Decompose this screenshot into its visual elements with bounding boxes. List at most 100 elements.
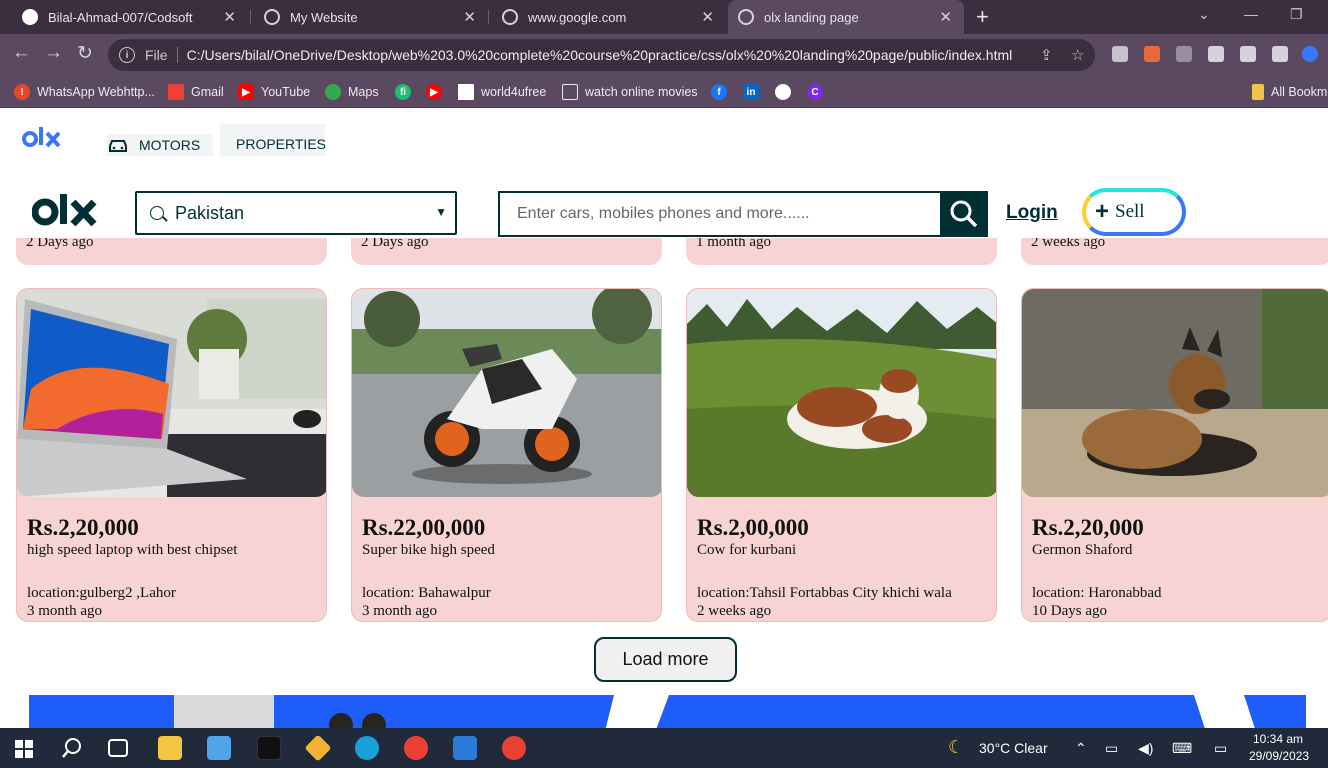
listing-card[interactable]: Rs.2,20,000 Germon Shaford location: Har…: [1021, 288, 1328, 622]
store-icon[interactable]: [207, 736, 231, 760]
listing-age: 2 weeks ago: [697, 603, 772, 619]
bookmark-maps[interactable]: Maps: [325, 83, 379, 101]
tab-search-icon[interactable]: ⌄: [1198, 6, 1210, 23]
volume-icon[interactable]: ◀): [1138, 740, 1153, 757]
weather-text[interactable]: 30°C Clear: [979, 740, 1048, 756]
task-view-icon[interactable]: [108, 739, 128, 757]
sell-button[interactable]: + Sell: [1082, 188, 1186, 236]
globe-icon: [264, 9, 280, 25]
listing-image-cow: [687, 289, 996, 497]
all-bookmarks[interactable]: All Bookm: [1252, 83, 1327, 101]
bookmark-github[interactable]: [775, 83, 798, 101]
partial-card[interactable]: 2 Days ago: [16, 238, 327, 265]
bookmark-facebook[interactable]: f: [711, 83, 734, 101]
profile-avatar[interactable]: [1302, 46, 1318, 62]
listing-card[interactable]: Rs.2,00,000 Cow for kurbani location:Tah…: [686, 288, 997, 622]
chrome-icon[interactable]: [502, 736, 526, 760]
tab-olx-landing[interactable]: olx landing page ✕: [728, 0, 964, 34]
chevron-up-icon[interactable]: ⌃: [1075, 740, 1087, 757]
back-button[interactable]: ←: [12, 42, 31, 64]
search-input[interactable]: Enter cars, mobiles phones and more.....…: [498, 191, 940, 237]
partial-card[interactable]: 2 Days ago: [351, 238, 662, 265]
category-properties[interactable]: PROPERTIES: [220, 124, 326, 156]
partial-card[interactable]: 1 month ago: [686, 238, 997, 265]
bookmark-world4ufree[interactable]: world4ufree: [458, 83, 546, 101]
bookmark-fiverr[interactable]: fi: [395, 83, 418, 101]
partial-card[interactable]: 2 weeks ago: [1021, 238, 1328, 265]
extension-icon[interactable]: [1112, 46, 1128, 62]
windows-start-icon[interactable]: [15, 740, 33, 758]
search-icon: [950, 200, 978, 228]
edge-icon[interactable]: [355, 736, 379, 760]
promo-banner[interactable]: [29, 695, 1306, 728]
close-tab-icon[interactable]: ✕: [463, 8, 476, 26]
netflix-icon[interactable]: [257, 736, 281, 760]
bookmark-gmail[interactable]: Gmail: [168, 83, 224, 101]
olx-small-logo[interactable]: [22, 123, 62, 158]
tab-github[interactable]: Bilal-Ahmad-007/Codsoft ✕: [8, 0, 248, 34]
bookmark-whatsapp[interactable]: ! WhatsApp Webhttp...: [14, 83, 155, 101]
load-more-button[interactable]: Load more: [594, 637, 737, 682]
vscode-icon[interactable]: [453, 736, 477, 760]
info-icon[interactable]: i: [119, 47, 135, 63]
facebook-icon: f: [711, 84, 727, 100]
listing-price: Rs.2,20,000: [1032, 515, 1144, 540]
browser-toolbar: ← → ↻ i File C:/Users/bilal/OneDrive/Des…: [0, 34, 1328, 76]
bookmark-watch-movies[interactable]: watch online movies: [562, 83, 698, 101]
olx-logo-icon: [31, 194, 97, 227]
chevron-down-icon: ▼: [435, 205, 447, 219]
share-icon[interactable]: ⇪: [1040, 46, 1053, 64]
bookmark-label: world4ufree: [481, 85, 547, 99]
url-text[interactable]: C:/Users/bilal/OneDrive/Desktop/web%203.…: [187, 47, 1013, 63]
clock-date[interactable]: 29/09/2023: [1249, 749, 1309, 763]
bookmark-star-icon[interactable]: ☆: [1071, 46, 1084, 64]
chrome-icon[interactable]: [404, 736, 428, 760]
clock-time[interactable]: 10:34 am: [1253, 732, 1303, 746]
listing-image-bike: [352, 289, 661, 497]
folder-icon: [1252, 84, 1264, 100]
movie-icon: [562, 84, 578, 100]
listing-card[interactable]: Rs.2,20,000 high speed laptop with best …: [16, 288, 327, 622]
forward-button[interactable]: →: [44, 42, 63, 64]
puzzle-icon[interactable]: [1208, 46, 1224, 62]
login-link[interactable]: Login: [1006, 202, 1058, 224]
app-icon[interactable]: [304, 734, 332, 762]
car-icon: [109, 140, 127, 152]
listing-title: high speed laptop with best chipset: [27, 542, 238, 558]
keyboard-icon[interactable]: ⌨: [1172, 740, 1192, 757]
new-tab-button[interactable]: +: [976, 4, 989, 30]
close-tab-icon[interactable]: ✕: [701, 8, 714, 26]
olx-main-logo[interactable]: [31, 190, 98, 242]
sidepanel-icon[interactable]: [1272, 46, 1288, 62]
close-tab-icon[interactable]: ✕: [223, 8, 236, 26]
battery-icon[interactable]: ▭: [1105, 740, 1118, 757]
bookmark-youtube[interactable]: ▶ YouTube: [238, 83, 310, 101]
location-select[interactable]: Pakistan ▼: [135, 191, 457, 235]
olx-page: MOTORS PROPERTIES Pakistan ▼ Enter cars,…: [0, 108, 1328, 728]
bookmark-canva[interactable]: C: [807, 83, 830, 101]
address-bar[interactable]: i File C:/Users/bilal/OneDrive/Desktop/w…: [108, 39, 1095, 71]
category-motors[interactable]: MOTORS: [107, 134, 213, 156]
restore-button[interactable]: ❐: [1290, 6, 1303, 23]
display-icon[interactable]: ▭: [1214, 740, 1227, 757]
listing-card[interactable]: Rs.22,00,000 Super bike high speed locat…: [351, 288, 662, 622]
tab-my-website[interactable]: My Website ✕: [250, 0, 488, 34]
search-placeholder: Enter cars, mobiles phones and more.....…: [517, 205, 810, 222]
github-icon: [775, 84, 791, 100]
extension-icon[interactable]: [1144, 46, 1160, 62]
bookmark-youtube-2[interactable]: ▶: [426, 83, 449, 101]
close-tab-icon[interactable]: ✕: [939, 8, 952, 26]
reload-button[interactable]: ↻: [77, 42, 93, 65]
tab-google[interactable]: www.google.com ✕: [488, 0, 726, 34]
minimize-button[interactable]: —: [1244, 6, 1258, 22]
bookmark-linkedin[interactable]: in: [743, 83, 766, 101]
bookmarks-bar: ! WhatsApp Webhttp... Gmail ▶ YouTube Ma…: [0, 76, 1328, 108]
search-icon: [150, 206, 164, 220]
download-icon[interactable]: [1240, 46, 1256, 62]
extension-icon[interactable]: [1176, 46, 1192, 62]
search-button[interactable]: [940, 191, 988, 237]
file-explorer-icon[interactable]: [158, 736, 182, 760]
bookmark-label: All Bookm: [1271, 85, 1328, 99]
listing-image-laptop: [17, 289, 326, 497]
search-icon[interactable]: [61, 737, 83, 759]
